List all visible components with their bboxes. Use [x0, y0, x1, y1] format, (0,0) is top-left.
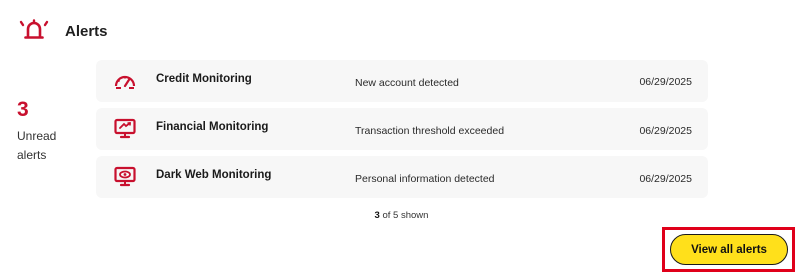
- alert-description: Transaction threshold exceeded: [355, 125, 505, 137]
- monitor-eye-icon: [112, 165, 138, 189]
- alert-name: Dark Web Monitoring: [156, 169, 272, 181]
- alert-row-credit-monitoring[interactable]: Credit Monitoring New account detected 0…: [96, 60, 708, 102]
- alert-date: 06/29/2025: [639, 173, 692, 185]
- alert-name: Financial Monitoring: [156, 121, 269, 133]
- speedometer-icon: [112, 69, 138, 93]
- page-title: Alerts: [65, 22, 108, 40]
- unread-count: 3: [17, 98, 29, 121]
- alert-row-financial-monitoring[interactable]: Financial Monitoring Transaction thresho…: [96, 108, 708, 150]
- alert-description: New account detected: [355, 77, 459, 89]
- alert-name: Credit Monitoring: [156, 73, 252, 85]
- bell-alert-icon: [18, 16, 50, 46]
- unread-label: Unread alerts: [17, 129, 57, 162]
- alert-row-dark-web-monitoring[interactable]: Dark Web Monitoring Personal information…: [96, 156, 708, 198]
- monitor-exchange-icon: [112, 117, 138, 141]
- view-all-alerts-button[interactable]: View all alerts: [670, 234, 788, 265]
- alert-description: Personal information detected: [355, 173, 495, 185]
- pagination-status: 3 of 5 shown: [0, 210, 800, 221]
- alerts-header: Alerts: [18, 16, 108, 46]
- alert-date: 06/29/2025: [639, 76, 692, 88]
- alert-date: 06/29/2025: [639, 125, 692, 137]
- unread-summary: 3 Unread alerts: [17, 98, 87, 165]
- alert-list: Credit Monitoring New account detected 0…: [96, 60, 708, 204]
- shown-total: of 5 shown: [379, 210, 429, 221]
